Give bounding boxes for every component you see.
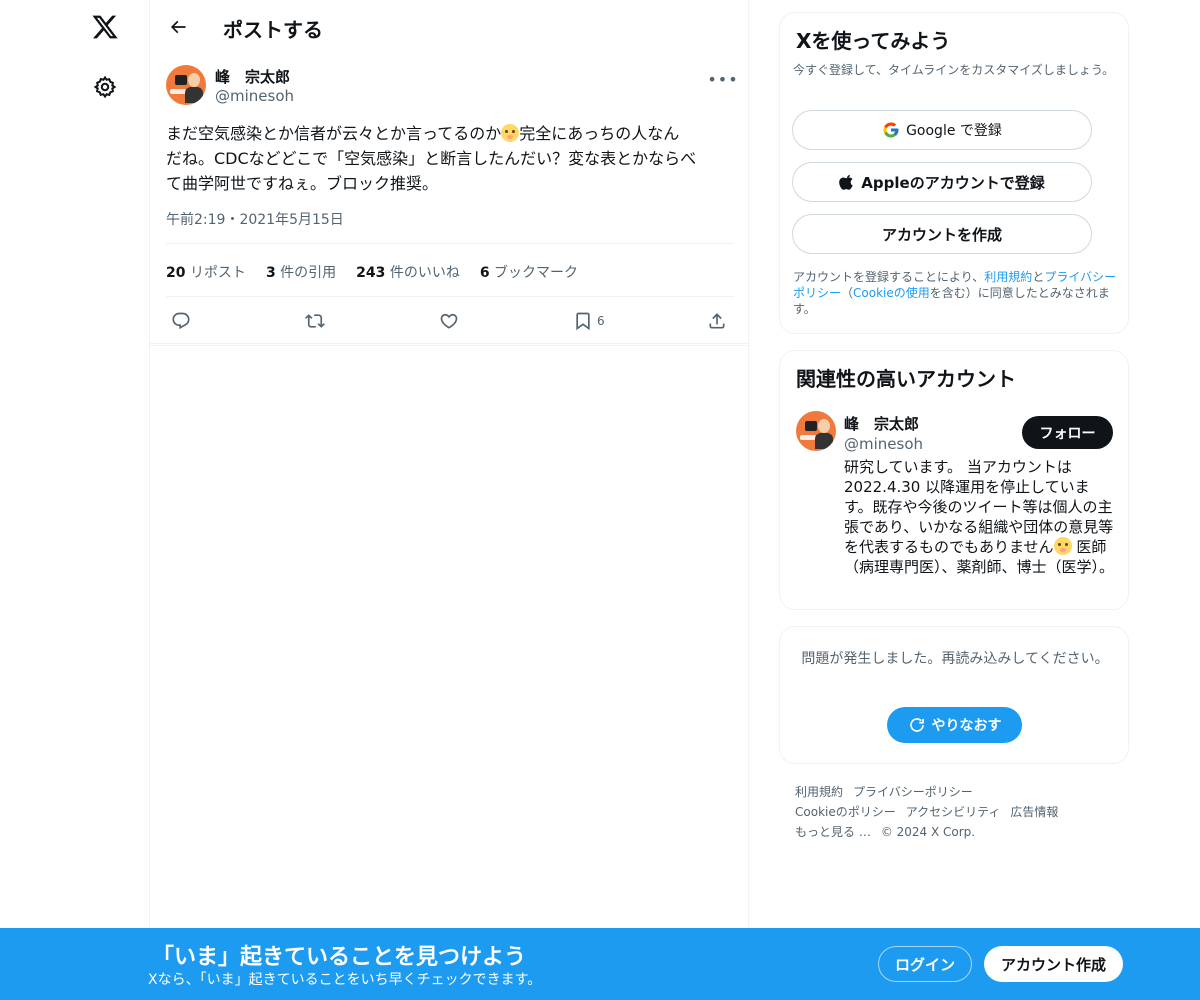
reply-button[interactable]	[171, 310, 191, 332]
footer-links: 利用規約 プライバシーポリシー Cookieのポリシー アクセシビリティ 広告情報 も…	[795, 782, 1115, 842]
apple-signup-button[interactable]: Appleのアカウントで登録	[792, 162, 1092, 202]
back-arrow-icon[interactable]	[164, 13, 192, 41]
bookmark-icon	[576, 312, 590, 331]
page-title: ポストする	[223, 18, 323, 42]
follow-button[interactable]: フォロー	[1022, 416, 1113, 449]
bookmark-count: 6	[597, 314, 605, 328]
footer-terms[interactable]: 利用規約	[795, 785, 843, 799]
create-account-button[interactable]: アカウントを作成	[792, 214, 1092, 254]
footer-cookie[interactable]: Cookieのポリシー	[795, 805, 896, 819]
author-handle[interactable]: @minesoh	[215, 87, 294, 105]
recommend-name[interactable]: 峰 宗太郎	[844, 413, 919, 434]
recommend-bio: 研究しています。 当アカウントは2022.4.30 以降運用を停止しています。既…	[844, 458, 1115, 576]
post-stats: 20 リポスト 3 件の引用 243 件のいいね 6 ブックマーク	[166, 262, 578, 282]
quotes-stat[interactable]: 3 件の引用	[266, 262, 336, 282]
author-name[interactable]: 峰 宗太郎	[215, 66, 290, 87]
emoji-icon	[501, 124, 520, 142]
bottom-banner: 「いま」起きていることを見つけよう Xなら、「いま」起きていることをいち早くチェ…	[0, 928, 1200, 1000]
cookie-link[interactable]: Cookieの使用	[853, 286, 930, 300]
signup-card: Xを使ってみよう 今すぐ登録して、タイムラインをカスタマイズしましょう。 Goo…	[779, 12, 1129, 334]
signup-card-subtitle: 今すぐ登録して、タイムラインをカスタマイズしましょう。	[793, 63, 1115, 77]
post-text: まだ空気感染とか信者が云々とか言ってるのか 完全にあっちの人なん だね。CDCなど…	[166, 121, 732, 196]
recommend-card-title: 関連性の高いアカウント	[796, 367, 1016, 391]
create-account-label: アカウントを作成	[881, 225, 1002, 244]
refresh-icon	[909, 718, 924, 732]
apple-icon	[839, 174, 853, 190]
post-text-line1b: 完全にあっちの人なん	[519, 124, 680, 143]
post-timestamp[interactable]: 午前2:19・2021年5月15日	[166, 209, 344, 229]
retry-button[interactable]: やりなおす	[887, 707, 1022, 743]
more-icon[interactable]: •••	[707, 68, 737, 90]
reposts-stat[interactable]: 20 リポスト	[166, 262, 246, 282]
post-text-line1a: まだ空気感染とか信者が云々とか言ってるのか	[166, 124, 502, 143]
error-message: 問題が発生しました。再読み込みしてください。	[801, 651, 1109, 667]
x-logo-icon[interactable]	[88, 10, 122, 44]
google-icon	[883, 122, 899, 138]
footer-more[interactable]: もっと見る …	[795, 825, 871, 839]
like-button[interactable]	[439, 310, 459, 332]
retry-label: やりなおす	[931, 718, 1002, 734]
avatar[interactable]	[796, 411, 836, 451]
avatar[interactable]	[166, 65, 206, 105]
gear-icon[interactable]	[91, 73, 119, 101]
like-icon	[440, 313, 458, 329]
divider	[166, 243, 734, 244]
post-text-line2: だね。CDCなどどこで「空気感染」と断言したんだい？変な表とかならべ	[166, 149, 697, 168]
bookmark-button[interactable]: 6	[573, 310, 605, 332]
share-icon	[709, 313, 725, 329]
google-signup-label: Google で登録	[906, 123, 1002, 139]
error-card: 問題が発生しました。再読み込みしてください。 やりなおす	[779, 626, 1129, 764]
main-column: ポストする 峰 宗太郎 @minesoh ••• まだ空気感染とか信者が云々とか…	[149, 0, 750, 1000]
recommend-handle[interactable]: @minesoh	[844, 435, 923, 453]
page-header: ポストする	[150, 0, 748, 54]
share-button[interactable]	[707, 310, 727, 332]
emoji-icon	[1053, 537, 1072, 555]
legal-notice: アカウントを登録することにより、利用規約とプライバシーポリシー（Cookieの使…	[793, 270, 1117, 316]
likes-stat[interactable]: 243 件のいいね	[356, 262, 460, 282]
post: 峰 宗太郎 @minesoh ••• まだ空気感染とか信者が云々とか言ってるのか…	[150, 54, 750, 346]
recommend-card: 関連性の高いアカウント 峰 宗太郎 @minesoh フォロー 研究しています。…	[779, 350, 1129, 610]
login-button[interactable]: ログイン	[878, 946, 972, 982]
footer-accessibility[interactable]: アクセシビリティ	[906, 805, 1001, 819]
footer-privacy[interactable]: プライバシーポリシー	[853, 785, 973, 799]
signup-card-title: Xを使ってみよう	[796, 29, 951, 53]
signup-button[interactable]: アカウント作成	[984, 946, 1123, 982]
footer-ads[interactable]: 広告情報	[1010, 805, 1058, 819]
apple-signup-label: Appleのアカウントで登録	[861, 173, 1045, 192]
divider	[166, 296, 734, 297]
banner-subtitle: Xなら、「いま」起きていることをいち早くチェックできます。	[148, 972, 542, 988]
post-text-line3: て曲学阿世ですねぇ。ブロック推奨。	[166, 174, 439, 193]
bookmarks-stat[interactable]: 6 ブックマーク	[480, 262, 578, 282]
footer-copyright: © 2024 X Corp.	[880, 825, 976, 839]
reply-icon	[172, 312, 190, 330]
terms-link[interactable]: 利用規約	[984, 270, 1032, 284]
post-actions: 6	[150, 300, 750, 344]
left-nav	[0, 0, 150, 1000]
banner-title: 「いま」起きていることを見つけよう	[152, 945, 527, 970]
repost-icon	[305, 314, 325, 328]
google-signup-button[interactable]: Google で登録	[792, 110, 1092, 150]
repost-button[interactable]	[305, 310, 325, 332]
